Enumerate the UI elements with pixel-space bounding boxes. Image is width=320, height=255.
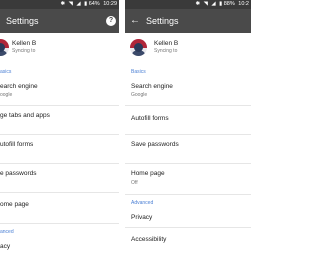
account-row[interactable]: Kellen B Syncing to bbox=[0, 33, 119, 63]
account-sync-status: Syncing to bbox=[154, 48, 178, 54]
section-header-advanced: anced bbox=[0, 229, 14, 235]
battery-icon: ▮ bbox=[219, 1, 223, 7]
setting-save-passwords[interactable]: Save passwords bbox=[125, 135, 251, 164]
setting-title: Home page bbox=[131, 170, 165, 177]
account-name: Kellen B bbox=[12, 40, 37, 47]
setting-title: utofill forms bbox=[0, 141, 34, 148]
account-name: Kellen B bbox=[154, 40, 179, 47]
setting-accessibility[interactable]: Accessibility bbox=[125, 228, 251, 252]
setting-autofill-forms[interactable]: Autofill forms bbox=[125, 106, 251, 135]
toolbar: Settings ? bbox=[0, 9, 119, 33]
setting-title: Autofill forms bbox=[131, 115, 169, 122]
setting-title: earch engine bbox=[0, 83, 38, 90]
signal-icon: ◢ bbox=[76, 1, 81, 7]
avatar bbox=[130, 39, 147, 56]
setting-search-engine[interactable]: earch engine oogle bbox=[0, 77, 119, 106]
setting-autofill-forms[interactable]: utofill forms bbox=[0, 135, 119, 164]
clock-time: 10:29 bbox=[103, 1, 117, 7]
setting-search-engine[interactable]: Search engine Google bbox=[125, 77, 251, 106]
signal-icon: ◢ bbox=[211, 1, 216, 7]
setting-title: Search engine bbox=[131, 83, 173, 90]
setting-title: ge tabs and apps bbox=[0, 112, 50, 119]
toolbar: ← Settings bbox=[125, 9, 251, 33]
setting-merge-tabs-and-apps[interactable]: ge tabs and apps bbox=[0, 106, 119, 135]
section-header-basics: Basics bbox=[131, 69, 146, 75]
setting-save-passwords[interactable]: e passwords bbox=[0, 164, 119, 193]
status-bar: ✱ ◥ ◢ ▮ 64% 10:29 bbox=[0, 0, 119, 9]
right-settings-screen: ✱ ◥ ◢ ▮ 88% 10:2 ← Settings Kellen B Syn… bbox=[125, 0, 251, 255]
setting-subtitle: Google bbox=[131, 92, 148, 98]
page-title: Settings bbox=[146, 16, 179, 26]
battery-percent: 88% bbox=[223, 1, 235, 7]
status-bar: ✱ ◥ ◢ ▮ 88% 10:2 bbox=[125, 0, 251, 9]
setting-title: e passwords bbox=[0, 170, 37, 177]
back-arrow-icon[interactable]: ← bbox=[130, 15, 140, 27]
setting-privacy[interactable]: Privacy bbox=[125, 207, 251, 228]
account-sync-status: Syncing to bbox=[12, 48, 36, 54]
wifi-icon: ◥ bbox=[203, 1, 208, 7]
setting-title: Privacy bbox=[131, 214, 153, 221]
setting-title: Save passwords bbox=[131, 141, 179, 148]
setting-subtitle: Off bbox=[131, 180, 138, 186]
battery-percent: 64% bbox=[88, 1, 100, 7]
clock-time: 10:2 bbox=[238, 1, 249, 7]
bluetooth-icon: ✱ bbox=[60, 1, 66, 7]
avatar bbox=[0, 39, 9, 56]
wifi-icon: ◥ bbox=[68, 1, 73, 7]
section-header-advanced: Advanced bbox=[131, 200, 154, 206]
setting-privacy[interactable]: acy bbox=[0, 237, 119, 255]
bluetooth-icon: ✱ bbox=[195, 1, 201, 7]
page-title: Settings bbox=[6, 16, 39, 26]
setting-title: acy bbox=[0, 243, 11, 250]
help-icon[interactable]: ? bbox=[106, 16, 116, 26]
section-header-basics: asics bbox=[0, 69, 12, 75]
setting-title: ome page bbox=[0, 201, 29, 208]
battery-icon: ▮ bbox=[84, 1, 88, 7]
setting-home-page[interactable]: ome page bbox=[0, 193, 119, 224]
setting-home-page[interactable]: Home page Off bbox=[125, 164, 251, 195]
account-row[interactable]: Kellen B Syncing to bbox=[125, 33, 251, 63]
setting-title: Accessibility bbox=[131, 236, 167, 243]
setting-subtitle: oogle bbox=[0, 92, 13, 98]
left-settings-screen: ✱ ◥ ◢ ▮ 64% 10:29 Settings ? Kellen B Sy… bbox=[0, 0, 119, 255]
